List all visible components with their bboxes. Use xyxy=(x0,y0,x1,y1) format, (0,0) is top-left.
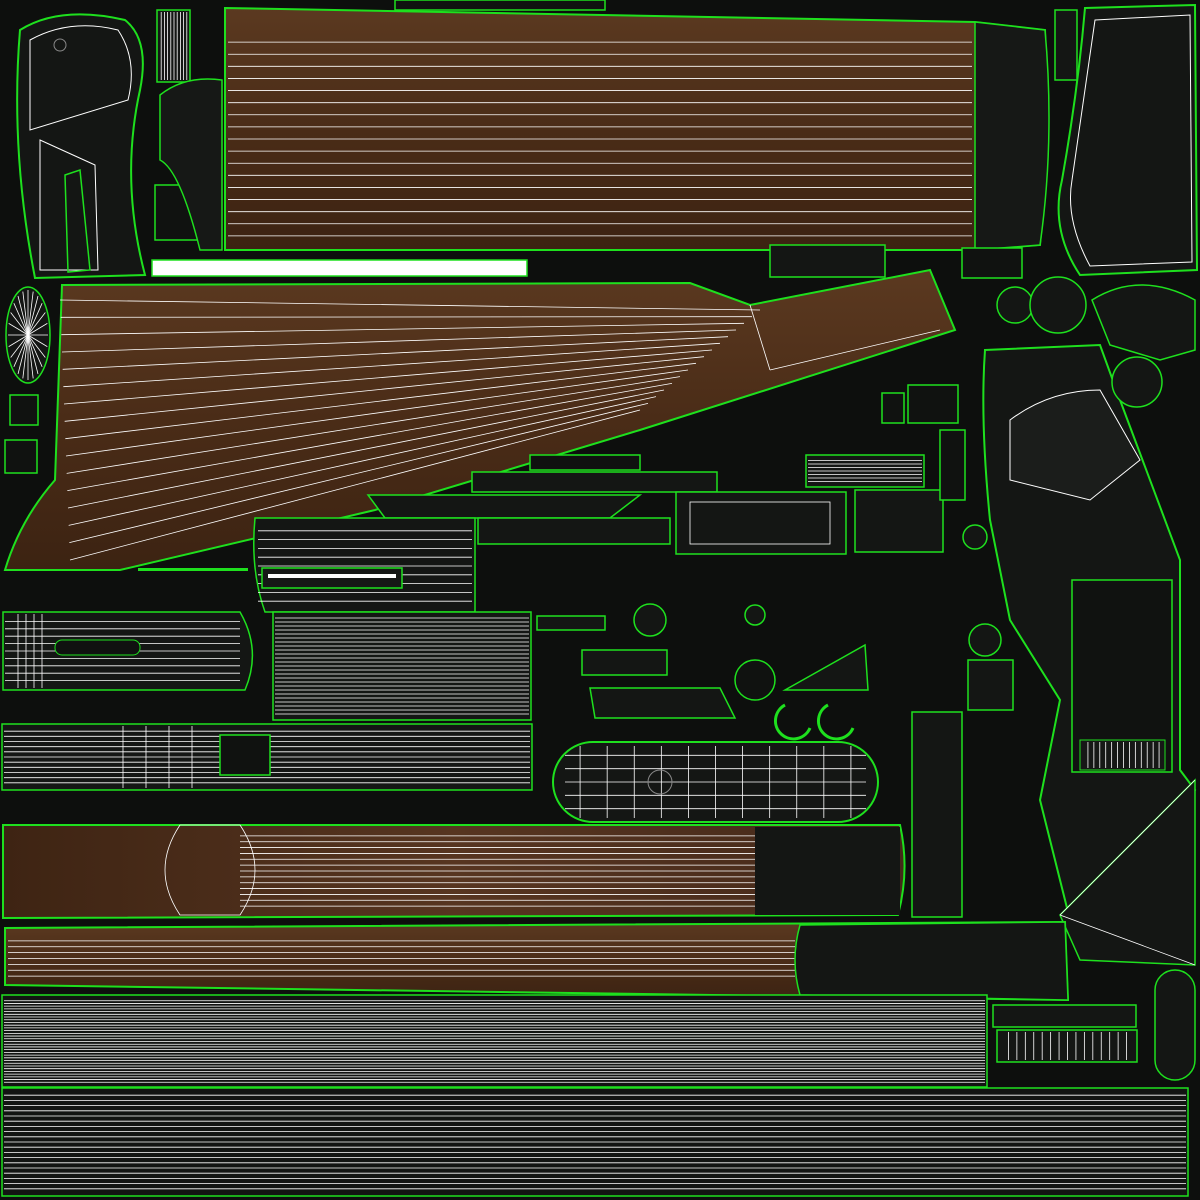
top-forestock xyxy=(159,6,1050,251)
trigger-strip xyxy=(769,244,886,278)
ramrod-strip xyxy=(911,711,963,918)
side-plate xyxy=(272,611,532,721)
trigger-guard-plate xyxy=(552,741,879,823)
grip-panel-right xyxy=(1054,3,1199,277)
barrel-bottom xyxy=(1,1087,1189,1197)
uv-texture-atlas xyxy=(0,0,1200,1200)
white-strip xyxy=(151,259,528,277)
barrel-top xyxy=(1,994,988,1088)
grip-panel-left xyxy=(16,13,147,280)
lower-forestock xyxy=(1,824,906,920)
forearm-strip xyxy=(1,723,533,791)
small-rect-right xyxy=(961,247,1023,279)
barrel-band-left xyxy=(2,611,254,691)
top-slot-bar xyxy=(394,0,606,11)
stripe-block-top xyxy=(156,9,191,83)
